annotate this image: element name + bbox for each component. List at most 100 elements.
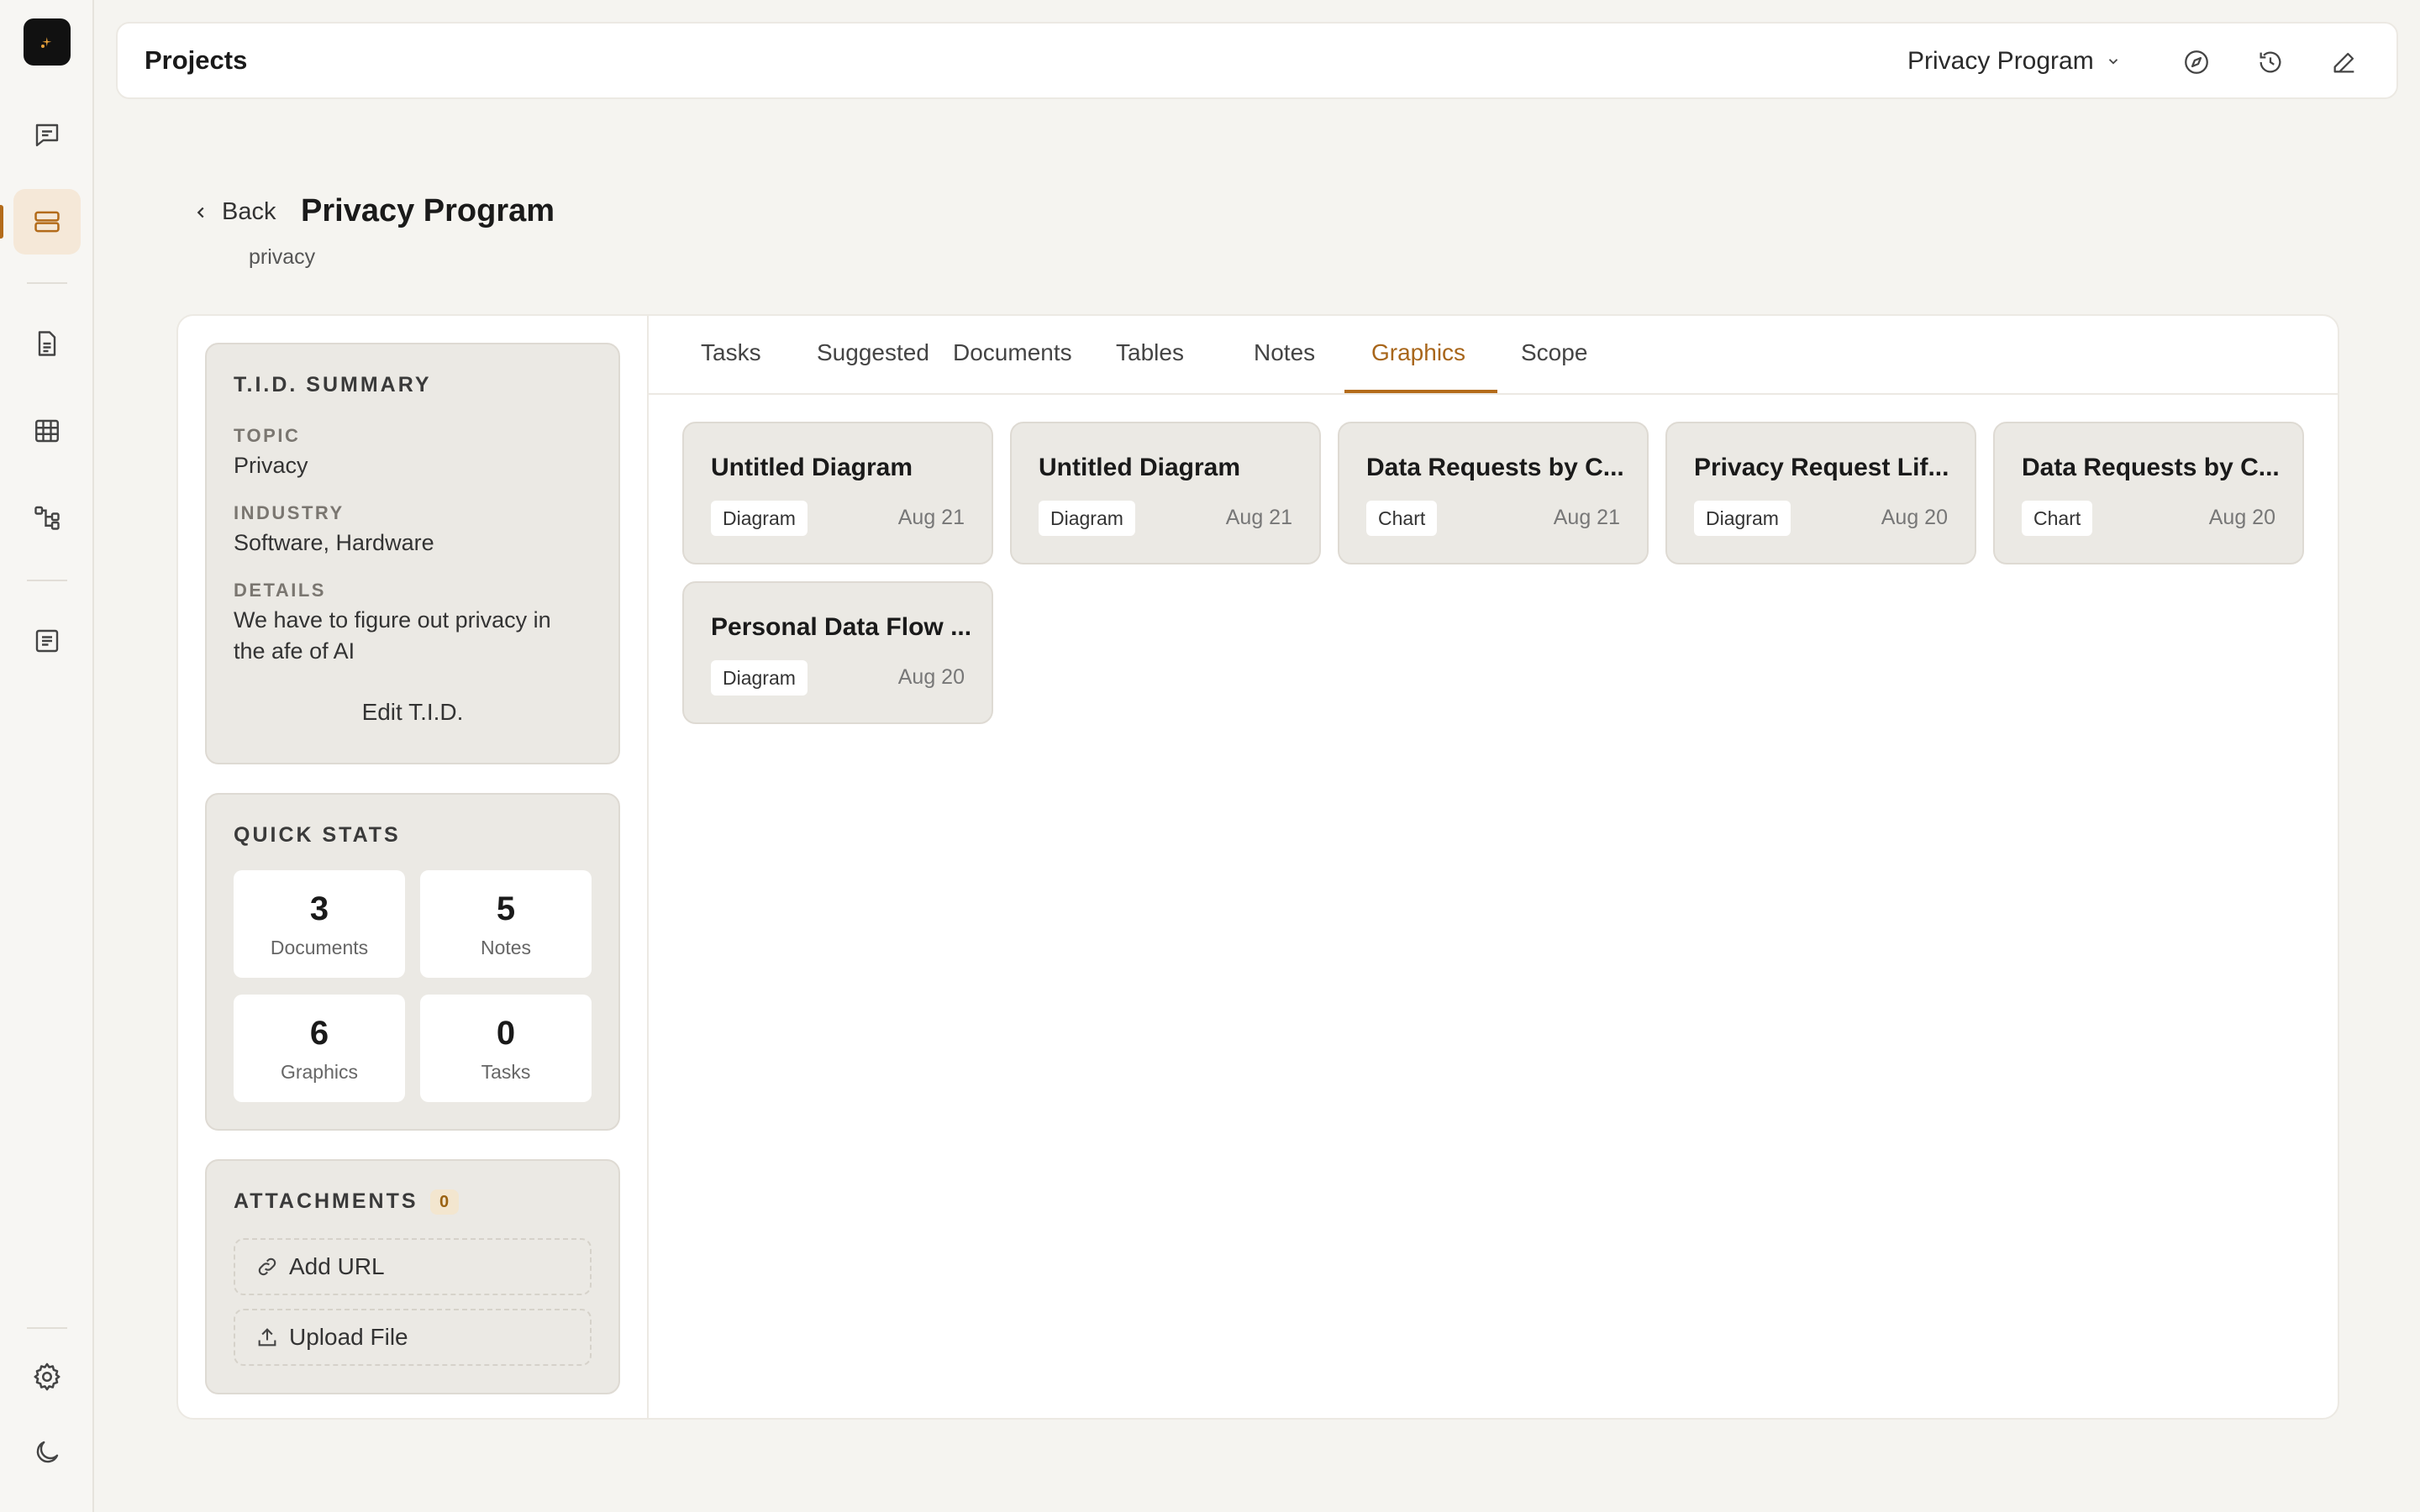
stat-documents: 3 Documents <box>234 870 405 978</box>
rail-settings[interactable] <box>13 1344 81 1410</box>
graphic-type-tag: Diagram <box>1039 501 1135 536</box>
tab-scope[interactable]: Scope <box>1521 339 1587 366</box>
graphic-card[interactable]: Data Requests by C... Chart Aug 20 <box>1993 422 2304 564</box>
left-rail <box>0 0 94 1512</box>
upload-icon <box>258 1328 276 1347</box>
link-icon <box>258 1257 276 1276</box>
page-title: Privacy Program <box>301 193 555 228</box>
rail-chat[interactable] <box>13 102 81 168</box>
compass-icon <box>2185 50 2208 74</box>
stat-value: 6 <box>309 1015 329 1052</box>
graphic-card[interactable]: Personal Data Flow ... Diagram Aug 20 <box>682 581 993 724</box>
rail-documents[interactable] <box>13 311 81 376</box>
sparkle-icon <box>41 37 52 48</box>
graphic-title: Untitled Diagram <box>1039 454 1241 481</box>
workflow-icon <box>34 506 60 530</box>
graphic-date: Aug 21 <box>1225 506 1292 529</box>
document-icon <box>38 331 56 356</box>
rail-projects[interactable] <box>13 189 81 255</box>
graphic-card[interactable]: Untitled Diagram Diagram Aug 21 <box>1010 422 1321 564</box>
graphic-card[interactable]: Data Requests by C... Chart Aug 21 <box>1338 422 1649 564</box>
graphic-card[interactable]: Privacy Request Lif... Diagram Aug 20 <box>1665 422 1976 564</box>
graphic-date: Aug 21 <box>1553 506 1620 529</box>
rail-separator <box>27 1327 67 1329</box>
graphic-date: Aug 20 <box>2208 506 2275 529</box>
app-logo[interactable] <box>24 18 71 66</box>
rail-notes[interactable] <box>13 608 81 674</box>
tab-tasks[interactable]: Tasks <box>701 339 761 366</box>
tab-tables[interactable]: Tables <box>1116 339 1184 366</box>
attachments-heading: ATTACHMENTS 0 <box>234 1189 459 1215</box>
rail-tables[interactable] <box>13 398 81 464</box>
graphic-type-tag: Diagram <box>1694 501 1791 536</box>
graphic-card[interactable]: Untitled Diagram Diagram Aug 21 <box>682 422 993 564</box>
quick-stats-card: QUICK STATS 3 Documents 5 Notes 6 Graphi… <box>205 793 620 1131</box>
add-url-label: Add URL <box>289 1253 385 1279</box>
stat-label: Tasks <box>481 1061 531 1083</box>
attachments-heading-label: ATTACHMENTS <box>234 1189 418 1213</box>
graphic-type-tag: Chart <box>2022 501 2093 536</box>
topic-value: Privacy <box>234 453 308 478</box>
rail-active-indicator <box>0 205 3 239</box>
tab-graphics[interactable]: Graphics <box>1371 339 1465 366</box>
back-label: Back <box>222 198 276 225</box>
active-tab-underline <box>1344 390 1497 393</box>
graphic-date: Aug 21 <box>897 506 965 529</box>
edit-button[interactable] <box>2326 44 2363 81</box>
attachments-card: ATTACHMENTS 0 Add URL Upload File <box>205 1159 620 1394</box>
graphic-date: Aug 20 <box>1881 506 1948 529</box>
rail-workflows[interactable] <box>13 485 81 550</box>
industry-label: INDUSTRY <box>234 502 345 523</box>
graphic-title: Data Requests by C... <box>1366 454 1624 481</box>
graphic-title: Untitled Diagram <box>711 454 913 481</box>
graphic-type-tag: Diagram <box>711 501 808 536</box>
stat-label: Notes <box>480 937 532 958</box>
explore-button[interactable] <box>2178 44 2215 81</box>
edit-tid-button[interactable]: Edit T.I.D. <box>207 699 618 726</box>
rail-separator <box>27 282 67 284</box>
project-selector[interactable]: Privacy Program <box>1907 47 2121 76</box>
graphic-type-tag: Chart <box>1366 501 1438 536</box>
tab-bar: Tasks Suggested Documents Tables Notes G… <box>649 316 2338 395</box>
settings-icon <box>34 1362 60 1391</box>
moon-icon <box>36 1441 59 1463</box>
history-icon <box>2260 51 2281 73</box>
tab-notes[interactable]: Notes <box>1254 339 1315 366</box>
upload-file-button[interactable]: Upload File <box>234 1309 592 1366</box>
panel-divider <box>647 316 649 1418</box>
stat-label: Graphics <box>280 1061 359 1083</box>
tab-documents[interactable]: Documents <box>953 339 1072 366</box>
back-button[interactable]: Back <box>192 198 276 226</box>
notes-icon <box>35 629 59 653</box>
tab-suggested[interactable]: Suggested <box>817 339 929 366</box>
project-selector-label: Privacy Program <box>1907 47 2094 75</box>
graphic-title: Privacy Request Lif... <box>1694 454 1949 481</box>
upload-file-label: Upload File <box>289 1324 408 1350</box>
project-panel: T.I.D. SUMMARY TOPIC Privacy INDUSTRY So… <box>176 314 2339 1420</box>
quick-stats-heading: QUICK STATS <box>234 823 401 847</box>
rail-theme-toggle[interactable] <box>13 1420 81 1485</box>
graphic-title: Data Requests by C... <box>2022 454 2280 481</box>
add-url-button[interactable]: Add URL <box>234 1238 592 1295</box>
graphic-type-tag: Diagram <box>711 660 808 696</box>
industry-value: Software, Hardware <box>234 530 434 555</box>
stat-value: 0 <box>496 1015 516 1052</box>
graphic-date: Aug 20 <box>897 665 965 689</box>
attachments-count-badge: 0 <box>429 1189 459 1215</box>
rail-separator <box>27 580 67 581</box>
stat-value: 5 <box>496 890 516 927</box>
app-root: Projects Privacy Program Back Privacy Pr… <box>0 0 2420 1512</box>
stat-graphics: 6 Graphics <box>234 995 405 1102</box>
stat-value: 3 <box>309 890 329 927</box>
tid-summary-heading: T.I.D. SUMMARY <box>234 373 432 396</box>
details-value: We have to figure out privacy in the afe… <box>234 607 551 664</box>
top-bar: Projects Privacy Program <box>116 22 2398 99</box>
graphic-title: Personal Data Flow ... <box>711 613 971 641</box>
page-subtitle: privacy <box>249 245 316 269</box>
history-button[interactable] <box>2252 44 2289 81</box>
chat-icon <box>35 123 59 147</box>
edit-icon <box>2333 52 2354 73</box>
topic-label: TOPIC <box>234 425 301 446</box>
chevron-down-icon <box>2108 59 2118 65</box>
top-bar-title: Projects <box>145 45 248 75</box>
